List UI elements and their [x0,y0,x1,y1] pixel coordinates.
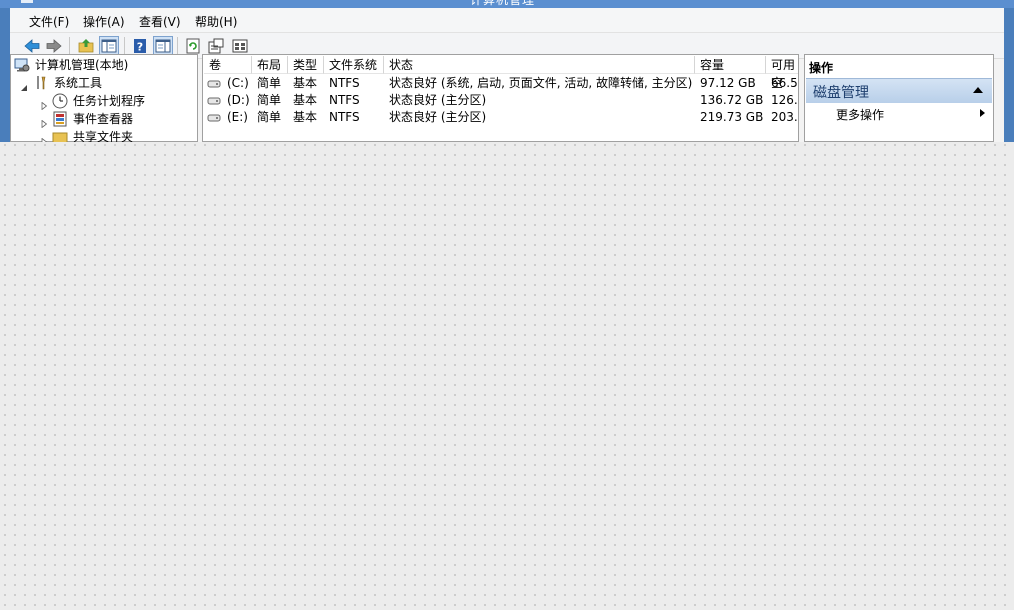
cell-filesystem: NTFS [329,76,360,90]
cell-status: 状态良好 (系统, 启动, 页面文件, 活动, 故障转储, 主分区) [389,76,693,90]
cell-layout: 简单 [257,93,282,107]
menu-view[interactable]: 查看(V) [139,13,181,30]
cell-status: 状态良好 (主分区) [389,93,487,107]
submenu-arrow-icon [980,109,985,117]
column-header-filesystem[interactable]: 文件系统 [324,56,384,74]
collapsed-triangle-icon[interactable] [40,97,48,111]
drive-icon [207,92,221,109]
tree-item-event-viewer[interactable]: 事件查看器 [11,110,197,129]
tree-item-label: 任务计划程序 [73,94,146,108]
action-group-label: 磁盘管理 [813,85,869,101]
cell-status: 状态良好 (主分区) [389,110,487,124]
drive-icon [207,75,221,92]
event-viewer-icon [52,111,68,127]
action-group-disk-management[interactable]: 磁盘管理 [806,78,992,103]
tree-item-computer-management[interactable]: 计算机管理(本地) [11,56,197,74]
tree-item-task-scheduler[interactable]: 任务计划程序 [11,92,197,111]
actions-header: 操作 [809,61,834,75]
window-title: 计算机管理 [470,0,536,7]
menu-help[interactable]: 帮助(H) [195,13,237,30]
forward-icon[interactable] [45,37,63,55]
system-menu-icon[interactable] [21,0,33,3]
tree-item-label: 共享文件夹 [73,130,134,142]
tree-item-label: 系统工具 [54,76,103,90]
refresh-icon[interactable] [184,37,202,55]
toolbar-separator [177,37,178,55]
title-bar: 计算机管理 [0,0,1014,8]
unrendered-area [290,128,1014,610]
cell-volume: (E:) [227,110,248,124]
collapse-up-icon[interactable] [973,87,983,93]
tree-item-label: 事件查看器 [73,112,134,126]
menu-file[interactable]: 文件(F) [29,13,69,30]
drive-icon [207,109,221,126]
cell-type: 基本 [293,93,318,107]
column-header-free-space[interactable]: 可用空 [766,56,798,90]
cell-capacity: 136.72 GB [700,93,764,107]
menu-action[interactable]: 操作(A) [83,13,125,30]
column-header-layout[interactable]: 布局 [252,56,288,74]
cell-type: 基本 [293,110,318,124]
collapsed-triangle-icon[interactable] [40,115,48,129]
svg-text:?: ? [137,41,143,54]
cell-volume: (D:) [227,93,250,107]
cell-filesystem: NTFS [329,110,360,124]
column-header-status[interactable]: 状态 [384,56,695,74]
tools-icon [33,75,49,91]
column-header-capacity[interactable]: 容量 [695,56,766,74]
help-icon[interactable]: ? [131,37,149,55]
more-actions-item[interactable]: 更多操作 [836,106,884,123]
cell-capacity: 97.12 GB [700,76,756,90]
cell-layout: 简单 [257,76,282,90]
export-list-icon[interactable] [231,37,249,55]
show-hide-action-pane-icon[interactable] [153,36,173,56]
toolbar-separator [69,37,70,55]
cell-free-space: 66.57 [771,76,798,90]
properties-icon[interactable] [207,37,225,55]
menu-bar: 文件(F) 操作(A) 查看(V) 帮助(H) [10,8,1004,33]
shared-folder-icon [52,129,68,142]
back-icon[interactable] [23,37,41,55]
cell-type: 基本 [293,76,318,90]
cell-free-space: 126.0 [771,93,798,107]
tree-item-system-tools[interactable]: 系统工具 [11,74,197,92]
cell-free-space: 203.4 [771,110,798,124]
tree-item-label: 计算机管理(本地) [35,58,129,72]
column-header-volume[interactable]: 卷 [204,56,252,74]
up-folder-icon[interactable] [77,37,95,55]
show-hide-tree-icon[interactable] [99,36,119,56]
column-header-type[interactable]: 类型 [288,56,324,74]
expanded-triangle-icon[interactable] [20,79,28,91]
cell-layout: 简单 [257,110,282,124]
toolbar-separator [124,37,125,55]
tree-item-shared-folders[interactable]: 共享文件夹 [11,128,197,142]
cell-capacity: 219.73 GB [700,110,764,124]
cell-filesystem: NTFS [329,93,360,107]
computer-management-icon [14,57,30,73]
clock-icon [52,93,68,109]
collapsed-triangle-icon[interactable] [40,133,48,142]
navigation-tree: 计算机管理(本地) 系统工具 任务计划程序 事件查看器 共享文件夹 [10,54,198,142]
computer-management-window: 计算机管理 文件(F) 操作(A) 查看(V) 帮助(H) ? 计算机管理(本地… [0,0,1014,142]
cell-volume: (C:) [227,76,249,90]
